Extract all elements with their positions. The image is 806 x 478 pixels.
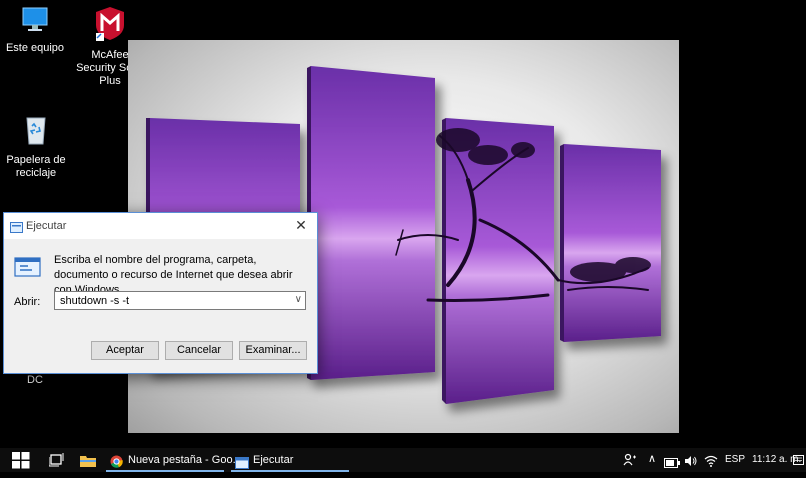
taskbar-item-label: Ejecutar	[253, 454, 294, 466]
accept-button[interactable]: Aceptar	[91, 341, 159, 360]
mcafee-icon	[72, 5, 148, 45]
dialog-titlebar[interactable]: Ejecutar ✕	[4, 213, 317, 239]
taskbar: Nueva pestaña - Goo... Ejecutar ∧ ESP 11…	[0, 448, 806, 472]
computer-icon	[0, 6, 73, 38]
run-dialog: Ejecutar ✕ Escriba el nombre del program…	[3, 212, 318, 374]
taskbar-item-run[interactable]: Ejecutar	[231, 448, 351, 472]
open-label: Abrir:	[14, 296, 41, 308]
file-explorer-icon[interactable]	[80, 454, 96, 472]
recycle-bin-icon	[0, 112, 74, 150]
notification-icon[interactable]	[793, 454, 804, 472]
chevron-down-icon[interactable]: ∨	[295, 294, 302, 305]
cancel-button[interactable]: Cancelar	[165, 341, 233, 360]
chevron-up-icon[interactable]: ∧	[648, 452, 656, 465]
language-indicator[interactable]: ESP	[725, 448, 745, 472]
taskbar-item-label: Nueva pestaña - Goo...	[128, 454, 242, 466]
run-icon	[10, 220, 23, 238]
volume-icon[interactable]	[684, 454, 698, 472]
dialog-title: Ejecutar	[26, 220, 67, 232]
run-large-icon	[14, 255, 42, 284]
open-combobox[interactable]: shutdown -s -t ∨	[54, 291, 306, 310]
browse-button[interactable]: Examinar...	[239, 341, 307, 360]
desktop-icon-label: Papelera de reciclaje	[6, 154, 66, 179]
people-icon[interactable]	[623, 453, 637, 472]
desktop-icon-label: DC	[27, 374, 43, 386]
desktop-icon-label: Este equipo	[5, 42, 65, 54]
start-button[interactable]	[12, 452, 30, 474]
run-icon	[235, 454, 249, 478]
desktop-icon-recycle-bin[interactable]: Papelera de reciclaje	[0, 112, 74, 180]
chrome-icon	[110, 453, 123, 477]
wifi-icon[interactable]	[704, 454, 718, 472]
desktop-icon-dc[interactable]: DC	[0, 374, 73, 387]
taskbar-item-chrome[interactable]: Nueva pestaña - Goo...	[106, 448, 242, 472]
battery-icon[interactable]	[664, 455, 680, 473]
desktop-icon-this-pc[interactable]: Este equipo	[0, 6, 73, 55]
open-input[interactable]: shutdown -s -t	[60, 295, 129, 307]
close-button[interactable]: ✕	[291, 217, 311, 234]
task-view-icon[interactable]	[48, 453, 65, 472]
